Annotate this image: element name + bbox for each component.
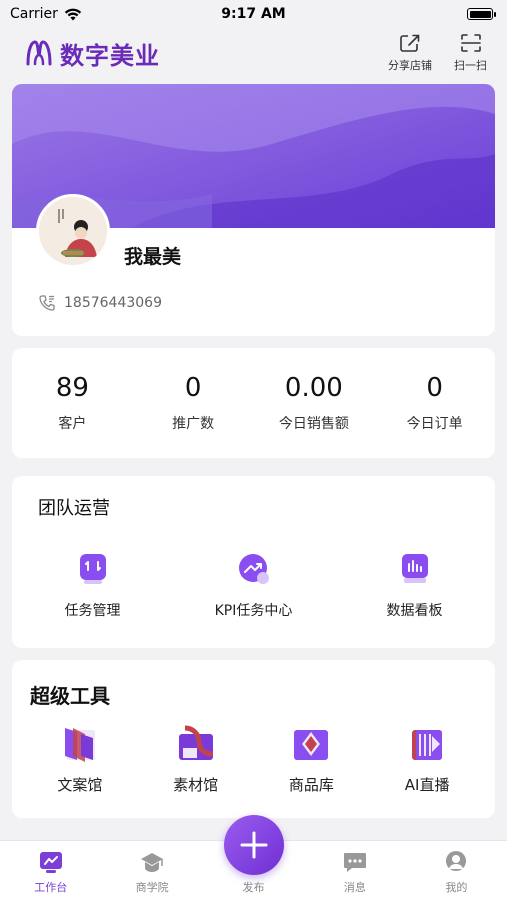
- stat-value: 89: [55, 373, 89, 403]
- super-tools-card: 超级工具 文案馆 素材馆 商品库 AI直播: [12, 660, 495, 818]
- scan-label: 扫一扫: [454, 59, 487, 72]
- tab-workbench[interactable]: 工作台: [0, 841, 101, 900]
- app-header: 数字美业 分享店铺 扫一扫: [0, 30, 507, 76]
- data-board-label: 数据看板: [386, 603, 443, 619]
- stat-value: 0: [184, 373, 202, 403]
- tab-profile-label: 我的: [445, 881, 468, 894]
- data-board-button[interactable]: 数据看板: [334, 552, 495, 620]
- header-actions: 分享店铺 扫一扫: [388, 33, 487, 73]
- data-board-icon: [401, 554, 428, 583]
- team-items: 任务管理 KPI任务中心 数据看板: [12, 552, 495, 620]
- ai-live-label: AI直播: [404, 776, 450, 794]
- copywriting-icon: [64, 728, 95, 762]
- carrier-label: Carrier: [10, 6, 58, 22]
- brand: 数字美业: [24, 36, 160, 71]
- copywriting-button[interactable]: 文案馆: [22, 722, 138, 795]
- tab-messages[interactable]: 消息: [304, 841, 405, 900]
- product-library-button[interactable]: 商品库: [254, 722, 370, 795]
- kpi-trend-icon: [238, 554, 269, 584]
- scan-button[interactable]: 扫一扫: [454, 33, 487, 73]
- tab-academy-label: 商学院: [135, 881, 169, 894]
- task-icon: [79, 554, 106, 584]
- publish-button[interactable]: [224, 815, 284, 875]
- copywriting-label: 文案馆: [57, 776, 103, 794]
- status-bar: Carrier 9:17 AM: [0, 0, 507, 28]
- tools-items: 文案馆 素材馆 商品库 AI直播: [12, 722, 495, 795]
- stat-customers[interactable]: 89 客户: [12, 373, 133, 433]
- stats-card: 89 客户 0 推广数 0.00 今日销售额 0 今日订单: [12, 348, 495, 458]
- ai-live-button[interactable]: AI直播: [369, 722, 485, 795]
- app-screen: Carrier 9:17 AM 数字美业 分享店铺 扫一扫 我最美 185764…: [0, 0, 507, 900]
- battery-icon: [467, 8, 496, 20]
- tab-publish-label: 发布: [242, 881, 265, 894]
- status-left: Carrier: [10, 6, 82, 22]
- share-store-button[interactable]: 分享店铺: [388, 33, 432, 73]
- tab-messages-label: 消息: [343, 881, 366, 894]
- brand-title: 数字美业: [60, 41, 160, 70]
- stat-value: 0.00: [284, 373, 343, 403]
- wifi-icon: [64, 8, 82, 20]
- share-icon: [400, 34, 420, 52]
- stat-value: 0: [426, 373, 443, 403]
- stat-label: 客户: [58, 416, 87, 432]
- profile-name: 我最美: [124, 246, 182, 268]
- tab-academy[interactable]: 商学院: [101, 841, 202, 900]
- status-time: 9:17 AM: [221, 6, 286, 22]
- stat-today-sales[interactable]: 0.00 今日销售额: [254, 373, 375, 433]
- task-management-label: 任务管理: [64, 603, 121, 619]
- phone-number: 18576443069: [64, 295, 162, 311]
- team-operations-card: 团队运营 任务管理 KPI任务中心 数据看板: [12, 476, 495, 648]
- profile-phone-row: 18576443069: [38, 294, 162, 312]
- user-icon: [446, 851, 467, 871]
- workbench-icon: [39, 852, 62, 873]
- kpi-center-label: KPI任务中心: [214, 603, 293, 619]
- kpi-center-button[interactable]: KPI任务中心: [173, 552, 334, 620]
- stat-today-orders[interactable]: 0 今日订单: [374, 373, 495, 433]
- tools-card-title: 超级工具: [30, 684, 110, 708]
- avatar-illustration-icon: [39, 197, 107, 265]
- message-icon: [343, 853, 366, 872]
- brand-logo-icon: [26, 40, 52, 66]
- scan-icon: [460, 34, 481, 52]
- avatar[interactable]: [36, 194, 110, 268]
- tab-profile[interactable]: 我的: [406, 841, 507, 900]
- material-label: 素材馆: [173, 776, 219, 794]
- team-card-title: 团队运营: [38, 498, 110, 519]
- stat-promotions[interactable]: 0 推广数: [133, 373, 254, 433]
- material-button[interactable]: 素材馆: [138, 722, 254, 795]
- stat-label: 今日订单: [406, 416, 463, 432]
- tab-workbench-label: 工作台: [34, 881, 68, 894]
- product-library-label: 商品库: [288, 776, 334, 794]
- stat-label: 推广数: [172, 416, 215, 432]
- share-store-label: 分享店铺: [388, 59, 432, 72]
- stat-label: 今日销售额: [278, 416, 349, 432]
- material-icon: [178, 725, 213, 760]
- task-management-button[interactable]: 任务管理: [12, 552, 173, 620]
- phone-icon: [39, 295, 55, 311]
- graduation-cap-icon: [141, 853, 164, 872]
- product-library-icon: [294, 730, 329, 760]
- profile-card[interactable]: 我最美 18576443069: [12, 84, 495, 336]
- plus-icon: [240, 831, 268, 859]
- ai-live-icon: [412, 730, 443, 760]
